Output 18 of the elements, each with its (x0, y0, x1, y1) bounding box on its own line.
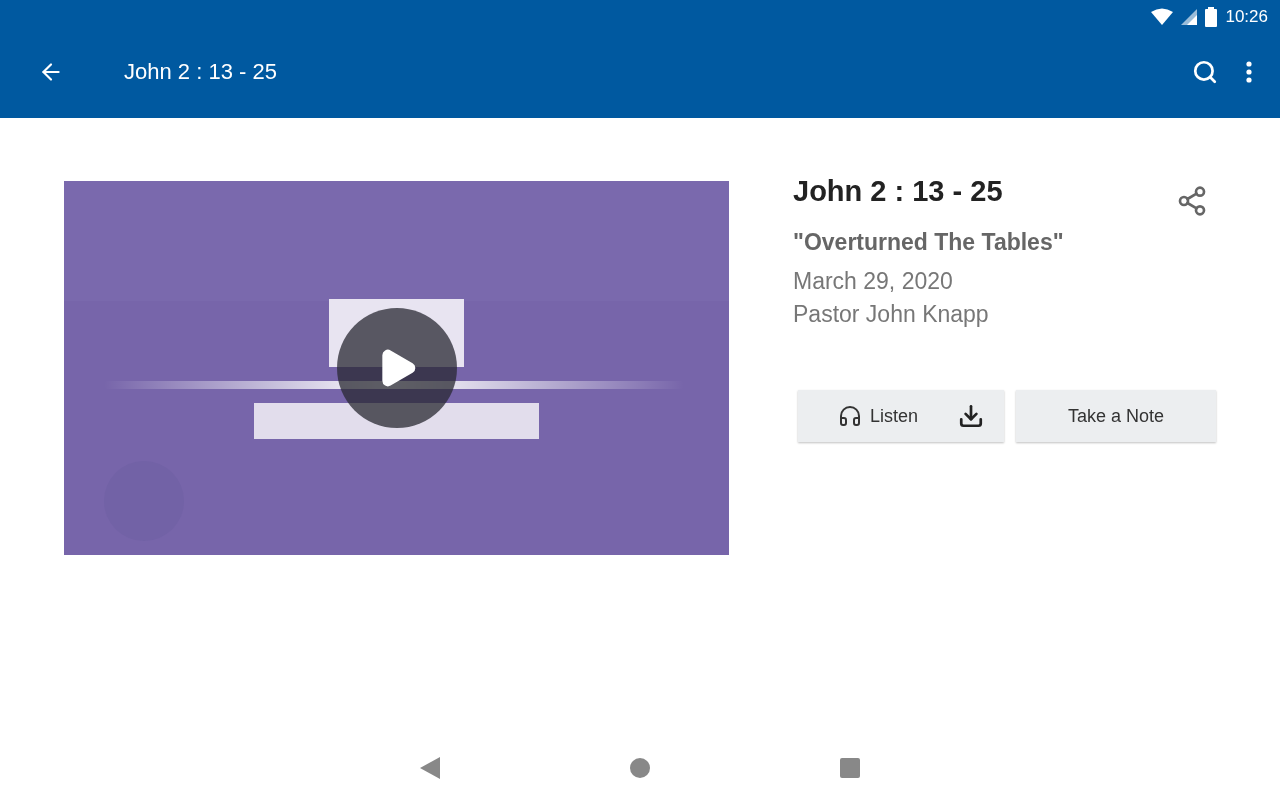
battery-icon (1205, 7, 1218, 27)
sermon-title: John 2 : 13 - 25 (793, 175, 1003, 208)
sermon-speaker: Pastor John Knapp (793, 301, 990, 328)
download-icon (958, 403, 984, 429)
headphones-icon (838, 404, 862, 428)
sermon-subtitle: "Overturned The Tables" (793, 229, 1065, 256)
take-note-button[interactable]: Take a Note (1016, 390, 1216, 442)
status-time: 10:26 (1225, 7, 1268, 27)
back-nav-icon[interactable] (420, 757, 440, 779)
app-bar-title: John 2 : 13 - 25 (124, 59, 278, 85)
listen-button[interactable]: Listen (798, 404, 919, 428)
wifi-icon (1151, 8, 1174, 26)
sermon-date: March 29, 2020 (793, 268, 954, 295)
search-icon (1192, 59, 1218, 85)
share-icon (1176, 185, 1208, 217)
menu-icon (1246, 61, 1252, 83)
home-nav-icon[interactable] (630, 758, 650, 778)
signal-icon (1181, 8, 1198, 26)
